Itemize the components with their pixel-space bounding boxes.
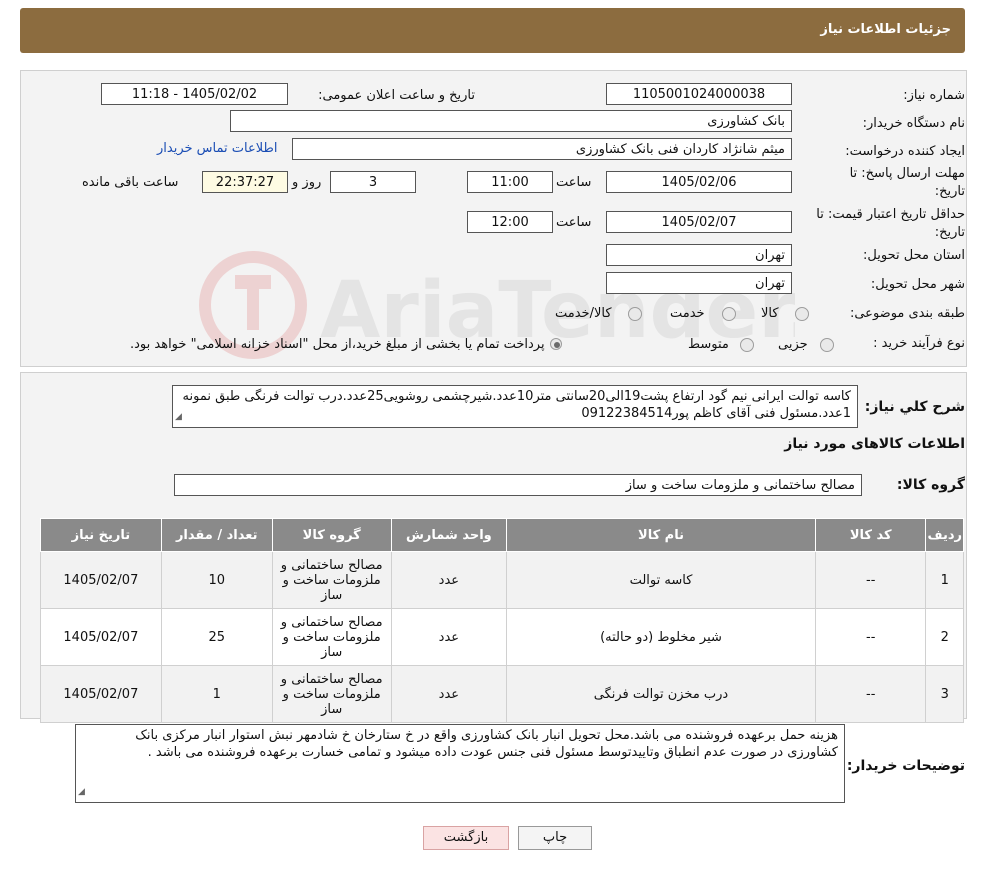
reply-time-label: ساعت — [556, 175, 592, 190]
cell-unit: عدد — [390, 608, 507, 666]
cell-code: -- — [815, 608, 927, 666]
goods-group-label: گروه کالا: — [896, 477, 965, 493]
cell-code: -- — [815, 665, 927, 723]
cell-group: مصالح ساختمانی و ملزومات ساخت و ساز — [271, 665, 392, 723]
buyer-notes-textarea: هزینه حمل برعهده فروشنده می باشد.محل تحو… — [75, 724, 845, 803]
creator-label: ایجاد کننده درخواست: — [845, 144, 965, 159]
page-title: جزئیات اطلاعات نیاز — [820, 22, 951, 37]
category-label: طبقه بندی موضوعی: — [849, 306, 965, 321]
cell-group: مصالح ساختمانی و ملزومات ساخت و ساز — [271, 551, 392, 609]
col-code: کد کالا — [815, 518, 927, 552]
city-label: شهر محل تحویل: — [870, 277, 965, 292]
col-unit: واحد شمارش — [390, 518, 507, 552]
cell-row: 3 — [925, 665, 964, 723]
cell-row: 1 — [925, 551, 964, 609]
cell-unit: عدد — [390, 551, 507, 609]
city-field: تهران — [606, 272, 792, 294]
cell-qty: 25 — [160, 608, 273, 666]
cell-row: 2 — [925, 608, 964, 666]
description-textarea: کاسه توالت ایرانی نیم گود ارتفاع پشت19ال… — [172, 385, 858, 428]
page-header: جزئیات اطلاعات نیاز — [20, 8, 965, 53]
back-button[interactable]: بازگشت — [423, 826, 509, 850]
resize-grip-icon[interactable]: ◢ — [175, 409, 182, 426]
process-option-minor-radio[interactable] — [820, 338, 834, 352]
category-option-both-radio[interactable] — [628, 307, 642, 321]
remaining-label: ساعت باقی مانده — [82, 175, 179, 190]
description-text: کاسه توالت ایرانی نیم گود ارتفاع پشت19ال… — [182, 389, 851, 421]
goods-table-header: ردیف کد کالا نام کالا واحد شمارش گروه کا… — [40, 518, 964, 552]
cell-qty: 10 — [160, 551, 273, 609]
process-option-medium-radio[interactable] — [740, 338, 754, 352]
buyer-notes-text: هزینه حمل برعهده فروشنده می باشد.محل تحو… — [135, 728, 838, 760]
price-time-label: ساعت — [556, 215, 592, 230]
cell-name: درب مخزن توالت فرنگی — [505, 665, 817, 723]
print-button[interactable]: چاپ — [518, 826, 592, 850]
process-option-medium-label: متوسط — [688, 337, 729, 352]
process-note: پرداخت تمام یا بخشی از مبلغ خرید،از محل … — [130, 337, 545, 352]
description-label: شرح کلي نياز: — [864, 399, 965, 415]
cell-name: شیر مخلوط (دو حالته) — [505, 608, 817, 666]
cell-date: 1405/02/07 — [40, 665, 162, 723]
price-time-field: 12:00 — [467, 211, 553, 233]
col-date: تاریخ نیاز — [40, 518, 162, 552]
process-note-checkbox[interactable] — [550, 338, 562, 350]
days-remaining-field: 3 — [330, 171, 416, 193]
creator-field: میثم شانژاد کاردان فنی بانک کشاورزی — [292, 138, 792, 160]
table-row: 1 -- کاسه توالت عدد مصالح ساختمانی و ملز… — [40, 551, 964, 609]
announce-label: تاریخ و ساعت اعلان عمومی: — [318, 88, 475, 103]
goods-group-field: مصالح ساختمانی و ملزومات ساخت و ساز — [174, 474, 862, 496]
buyer-org-label: نام دستگاه خریدار: — [862, 116, 965, 131]
days-label: روز و — [292, 175, 322, 190]
process-option-minor-label: جزیی — [778, 337, 808, 352]
col-name: نام کالا — [505, 518, 817, 552]
resize-grip-icon[interactable]: ◢ — [78, 784, 85, 801]
cell-unit: عدد — [390, 665, 507, 723]
table-row: 2 -- شیر مخلوط (دو حالته) عدد مصالح ساخت… — [40, 608, 964, 666]
announce-datetime-field: 1405/02/02 - 11:18 — [101, 83, 288, 105]
col-qty: تعداد / مقدار — [160, 518, 273, 552]
table-row: 3 -- درب مخزن توالت فرنگی عدد مصالح ساخت… — [40, 665, 964, 723]
category-option-goods-radio[interactable] — [795, 307, 809, 321]
reply-date-field: 1405/02/06 — [606, 171, 792, 193]
cell-date: 1405/02/07 — [40, 551, 162, 609]
process-type-label: نوع فرآیند خرید : — [873, 336, 965, 351]
need-number-field: 1105001024000038 — [606, 83, 792, 105]
cell-name: کاسه توالت — [505, 551, 817, 609]
price-validity-label-2: تاریخ: — [934, 225, 965, 240]
cell-group: مصالح ساختمانی و ملزومات ساخت و ساز — [271, 608, 392, 666]
category-option-goods-label: کالا — [761, 306, 779, 321]
province-label: استان محل تحویل: — [863, 248, 965, 263]
col-row: ردیف — [925, 518, 964, 552]
price-date-field: 1405/02/07 — [606, 211, 792, 233]
cell-qty: 1 — [160, 665, 273, 723]
cell-date: 1405/02/07 — [40, 608, 162, 666]
buyer-org-field: بانک کشاورزی — [230, 110, 792, 132]
category-option-both-label: کالا/خدمت — [555, 306, 612, 321]
province-field: تهران — [606, 244, 792, 266]
remaining-time-field: 22:37:27 — [202, 171, 288, 193]
goods-info-title: اطلاعات کالاهای مورد نیاز — [784, 436, 965, 452]
need-number-label: شماره نیاز: — [903, 88, 965, 103]
col-group: گروه کالا — [271, 518, 392, 552]
category-option-service-label: خدمت — [670, 306, 705, 321]
reply-time-field: 11:00 — [467, 171, 553, 193]
buyer-notes-label: توضیحات خریدار: — [846, 758, 965, 774]
reply-deadline-label-2: تاریخ: — [934, 184, 965, 199]
goods-table: ردیف کد کالا نام کالا واحد شمارش گروه کا… — [40, 518, 964, 723]
price-validity-label: حداقل تاریخ اعتبار قیمت: تا — [816, 207, 965, 222]
category-option-service-radio[interactable] — [722, 307, 736, 321]
cell-code: -- — [815, 551, 927, 609]
reply-deadline-label: مهلت ارسال پاسخ: تا — [849, 166, 965, 181]
buyer-contact-link[interactable]: اطلاعات تماس خریدار — [157, 141, 277, 156]
